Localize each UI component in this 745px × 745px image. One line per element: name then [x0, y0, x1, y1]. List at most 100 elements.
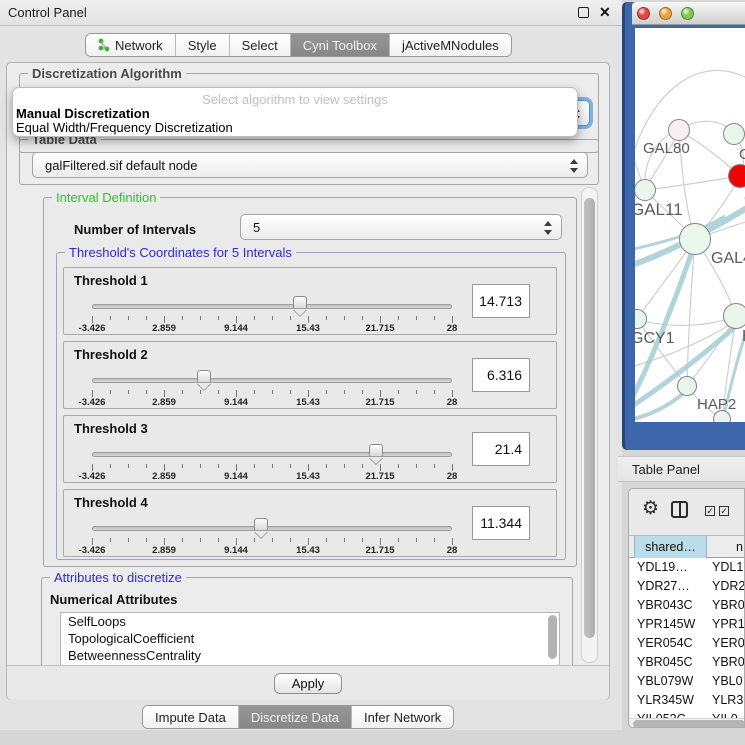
threshold-label: Threshold 2: [74, 347, 148, 362]
tick-mark: [110, 464, 111, 468]
threshold-value-field[interactable]: 21.4: [472, 432, 530, 466]
tab-jactivemnodules[interactable]: jActiveMNodules: [390, 34, 511, 56]
tick-mark: [218, 390, 219, 394]
tab-network[interactable]: Network: [86, 34, 176, 56]
checkbox-icon[interactable]: ✓: [719, 506, 729, 516]
panel-scrollbar[interactable]: [581, 187, 598, 663]
horizontal-scrollbar[interactable]: [630, 718, 745, 728]
tick-label: 21.715: [365, 471, 394, 482]
column-header-shared[interactable]: shared…: [634, 536, 707, 558]
cyni-mode-tab-bar: Impute DataDiscretize DataInfer Network: [142, 705, 454, 729]
network-node-gal4[interactable]: [679, 223, 711, 255]
table-row-ydr27[interactable]: YDR27…YDR2: [630, 577, 745, 596]
network-node-h[interactable]: [723, 303, 745, 329]
horizontal-scrollbar-thumb[interactable]: [633, 720, 745, 728]
tick-mark: [92, 316, 93, 323]
table-row-ylr345w[interactable]: YLR345W YLR3: [630, 691, 745, 710]
gear-icon[interactable]: ⚙: [642, 497, 659, 520]
algorithm-option-equal-width-frequency-discretization[interactable]: Equal Width/Frequency Discretization: [13, 121, 577, 135]
close-traffic-light[interactable]: [637, 7, 650, 20]
columns-icon[interactable]: [671, 501, 688, 518]
tick-mark: [398, 538, 399, 542]
slider-thumb[interactable]: [254, 518, 268, 530]
tab-style[interactable]: Style: [176, 34, 230, 56]
list-scrollbar-thumb[interactable]: [548, 615, 557, 659]
close-icon[interactable]: ✕: [599, 4, 611, 21]
table-row-ybr043c[interactable]: YBR043CYBR0: [630, 596, 745, 615]
tab-cyni-toolbox[interactable]: Cyni Toolbox: [291, 34, 390, 56]
network-node-c[interactable]: [728, 164, 745, 188]
threshold-slider[interactable]: [92, 452, 452, 457]
apply-button[interactable]: Apply: [274, 673, 342, 694]
group-title-interval: Interval Definition: [52, 190, 160, 205]
threshold-slider[interactable]: [92, 304, 452, 309]
cell-shared-name: YLR345W: [637, 693, 694, 707]
threshold-value-field[interactable]: 6.316: [472, 358, 530, 392]
algorithm-option-manual-discretization[interactable]: Manual Discretization: [13, 107, 577, 121]
panel-scrollbar-thumb[interactable]: [584, 198, 595, 638]
threshold-slider[interactable]: [92, 378, 452, 383]
threshold-slider[interactable]: [92, 526, 452, 531]
tick-mark: [416, 538, 417, 542]
checkbox-icon[interactable]: ✓: [705, 506, 715, 516]
tab-impute-data[interactable]: Impute Data: [143, 706, 239, 728]
numerical-attributes-list[interactable]: SelfLoopsTopologicalCoefficientBetweenne…: [60, 612, 560, 665]
tick-label: 15.43: [296, 545, 320, 556]
tick-mark: [200, 390, 201, 394]
table-row-ybl079w[interactable]: YBL079WYBL0: [630, 672, 745, 691]
attribute-item-selfloops[interactable]: SelfLoops: [61, 613, 559, 630]
tick-mark: [146, 464, 147, 468]
table-row-ybr045c[interactable]: YBR045CYBR0: [630, 653, 745, 672]
slider-thumb[interactable]: [197, 370, 211, 382]
tick-label: 15.43: [296, 471, 320, 482]
table-data-combo[interactable]: galFiltered.sif default node: [32, 152, 588, 178]
tick-mark: [110, 390, 111, 394]
network-node-hap2[interactable]: [677, 376, 697, 396]
table-row-ypr145w[interactable]: YPR145WYPR1: [630, 615, 745, 634]
column-header-name[interactable]: n: [708, 536, 745, 558]
node-label: GAL11: [635, 200, 683, 220]
tick-mark: [434, 538, 435, 542]
interval-definition-group: Interval Definition Number of Intervals …: [43, 197, 577, 567]
network-node-gal80[interactable]: [668, 119, 690, 141]
network-canvas[interactable]: GAL80GCGAL11GAL4GCY1HHAP2: [635, 28, 745, 422]
tick-label: 2.859: [152, 323, 176, 334]
tab-select[interactable]: Select: [230, 34, 291, 56]
tick-mark: [254, 316, 255, 320]
threshold-1-box: Threshold 1-3.4262.8599.14415.4321.71528…: [63, 267, 557, 335]
num-intervals-combo[interactable]: 5: [240, 214, 562, 240]
tick-mark: [182, 464, 183, 468]
tab-label: Network: [115, 38, 163, 53]
threshold-value-field[interactable]: 14.713: [472, 284, 530, 318]
tick-mark: [416, 464, 417, 468]
tick-mark: [146, 390, 147, 394]
tick-mark: [200, 538, 201, 542]
group-title-attributes: Attributes to discretize: [50, 570, 186, 585]
table-row-yer054c[interactable]: YER054CYER0: [630, 634, 745, 653]
network-graph-icon: [98, 38, 110, 52]
tick-mark: [128, 390, 129, 394]
zoom-traffic-light[interactable]: [681, 7, 694, 20]
table-row-ydl19[interactable]: YDL19…YDL1: [630, 558, 745, 577]
slider-thumb[interactable]: [293, 296, 307, 308]
tab-infer-network[interactable]: Infer Network: [352, 706, 453, 728]
toolbox-tab-bar: Network StyleSelectCyni ToolboxjActiveMNo…: [85, 33, 512, 57]
attribute-item-betweennesscentrality[interactable]: BetweennessCentrality: [61, 647, 559, 664]
num-intervals-value: 5: [253, 220, 260, 235]
network-node-gal11[interactable]: [635, 179, 656, 201]
slider-thumb[interactable]: [369, 444, 383, 456]
float-window-icon[interactable]: [578, 7, 589, 18]
attribute-item-topologicalcoefficient[interactable]: TopologicalCoefficient: [61, 630, 559, 647]
threshold-value-field[interactable]: 11.344: [472, 506, 530, 540]
minimize-traffic-light[interactable]: [659, 7, 672, 20]
network-node[interactable]: [713, 410, 731, 422]
table-row-yil052c[interactable]: YIL052CYIL0: [630, 710, 745, 718]
tick-mark: [308, 464, 309, 471]
tick-mark: [434, 390, 435, 394]
cell-name: YLR3: [712, 693, 743, 707]
tab-discretize-data[interactable]: Discretize Data: [239, 706, 352, 728]
tick-mark: [272, 390, 273, 394]
table-header-row: shared… n: [629, 535, 745, 558]
tick-label: -3.426: [79, 397, 106, 408]
network-node-g[interactable]: [723, 123, 745, 145]
